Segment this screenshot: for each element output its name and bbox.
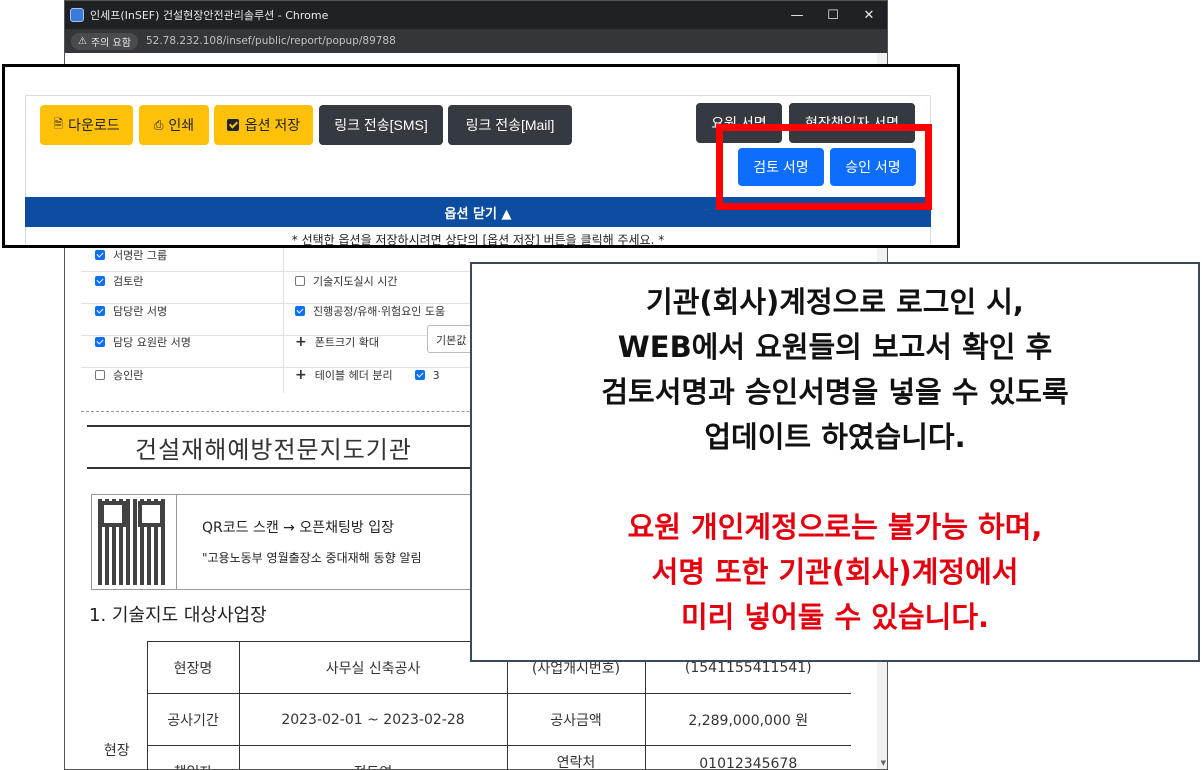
callout-warning-line: 요원 개인계정으로는 불가능 하며, [627,510,1043,544]
minimize-button[interactable]: — [779,1,815,29]
qr-text: QR코드 스캔 → 오픈채팅방 입장 [202,520,394,536]
option-label: 테이블 헤더 분리 [314,369,393,382]
option-label: 진행공정/유해·위험요인 도움 [313,305,446,318]
option-review[interactable]: 검토란 [95,265,143,297]
callout-line: 검토서명과 승인서명을 넣을 수 있도록 [601,375,1069,409]
option-label: 3 [432,368,440,382]
highlight-box [716,124,932,210]
option-tech-time[interactable]: 기술지도실시 시간 [295,265,397,297]
option-header-split[interactable]: + 테이블 헤더 분리 3 [295,359,440,391]
print-button[interactable]: ⎙ 인쇄 [139,105,209,145]
table-cell: 공사금액 [507,693,646,746]
table-cell: 사무실 신축공사 [239,641,508,694]
table-cell: 2023-02-01 ~ 2023-02-28 [239,693,508,746]
table-group-label: 현장 [87,641,148,769]
address-bar[interactable]: ⚠ 주의 요함 52.78.232.108/insef/public/repor… [65,29,887,53]
scroll-down-arrow-icon[interactable]: ▼ [881,759,886,767]
option-label: 담당란 서명 [113,305,168,318]
url-text: 52.78.232.108/insef/public/report/popup/… [145,35,396,47]
option-label: 담당 요원란 서명 [113,336,191,349]
grid-line [283,239,284,393]
close-button[interactable]: ✕ [851,1,887,29]
checkbox-checked-icon[interactable] [95,306,105,316]
table-cell: 01012345678 id:test@test.com [645,745,851,769]
table-row: 공사기간 2023-02-01 ~ 2023-02-28 공사금액 2,289,… [87,693,851,746]
checkbox-checked-icon[interactable] [414,370,425,380]
callout-line: WEB에서 요원들의 보고서 확인 후 [617,330,1053,364]
callout-line: 기관(회사)계정으로 로그인 시, [646,285,1024,319]
callout-box: 기관(회사)계정으로 로그인 시, WEB에서 요원들의 보고서 확인 후 검토… [470,262,1200,662]
callout-warning-line: 서명 또한 기관(회사)계정에서 [651,555,1019,589]
document-title: 건설재해예방전문지도기관 [87,425,497,469]
checkbox-icon [226,119,239,131]
security-warning[interactable]: ⚠ 주의 요함 [71,32,138,50]
qr-code-image[interactable] [98,499,166,585]
checkbox-checked-icon[interactable] [95,337,105,347]
checkbox-checked-icon[interactable] [95,276,105,286]
print-label: 인쇄 [168,117,195,133]
link-mail-button[interactable]: 링크 전송[Mail] [448,105,572,145]
checkbox-unchecked-icon[interactable] [295,276,305,286]
checkbox-unchecked-icon[interactable] [95,370,105,380]
option-agent-sign[interactable]: 담당 요원란 서명 [95,326,191,358]
window-title: 인세프(InSEF) 건설현장안전관리솔루션 - Chrome [90,9,329,22]
window-titlebar: 인세프(InSEF) 건설현장안전관리솔루션 - Chrome — ☐ ✕ [65,1,887,29]
divider [176,495,177,589]
warning-icon: ⚠ [78,35,87,47]
download-label: 다운로드 [68,117,120,133]
qr-subtext: "고용노동부 영월출장소 중대재해 동향 알림 [202,551,422,565]
option-label: 기술지도실시 시간 [313,275,398,288]
table-cell: 현장명 [147,641,240,694]
qr-banner: QR코드 스캔 → 오픈채팅방 입장 "고용노동부 영월출장소 중대재해 동향 … [91,494,491,590]
maximize-button[interactable]: ☐ [815,1,851,29]
option-label: 폰트크기 확대 [314,336,379,349]
option-label: 서명란 그룹 [113,249,168,262]
app-icon [70,8,84,22]
table-cell: 연락처 (이메일) [507,745,646,769]
option-staff-sign[interactable]: 담당란 서명 [95,295,167,327]
checkbox-checked-icon[interactable] [95,250,105,260]
option-process[interactable]: 진행공정/유해·위험요인 도움 [295,295,445,327]
section-heading: 1. 기술지도 대상사업장 [89,605,267,626]
download-button[interactable]: 🗎 다운로드 [40,105,133,145]
table-row: 책임자 전도연 연락처 (이메일) 01012345678 id:test@te… [87,745,851,769]
option-approval[interactable]: 승인란 [95,359,143,391]
link-sms-button[interactable]: 링크 전송[SMS] [319,105,443,145]
save-notice: * 선택한 옵션을 저장하시려면 상단의 [옵션 저장] 버튼을 클릭해 주세요… [291,233,665,247]
save-options-label: 옵션 저장 [244,117,301,133]
table-cell: 공사기간 [147,693,240,746]
callout-warning-line: 미리 넣어둘 수 있습니다. [680,600,990,634]
table-cell: 전도연 [239,745,508,769]
callout-line: 업데이트 하였습니다. [704,420,966,454]
security-label: 주의 요함 [90,37,131,49]
table-cell: 책임자 [147,745,240,769]
printer-icon: ⎙ [153,117,164,132]
download-file-icon: 🗎 [53,116,64,131]
plus-icon: + [295,367,307,383]
checkbox-checked-icon[interactable] [295,306,305,316]
option-label: 검토란 [113,275,144,288]
table-cell: 2,289,000,000 원 [645,693,851,746]
plus-icon: + [295,334,307,350]
option-label: 승인란 [113,369,144,382]
save-options-button[interactable]: 옵션 저장 [214,105,313,145]
option-font-enlarge[interactable]: + 폰트크기 확대 [295,326,379,358]
